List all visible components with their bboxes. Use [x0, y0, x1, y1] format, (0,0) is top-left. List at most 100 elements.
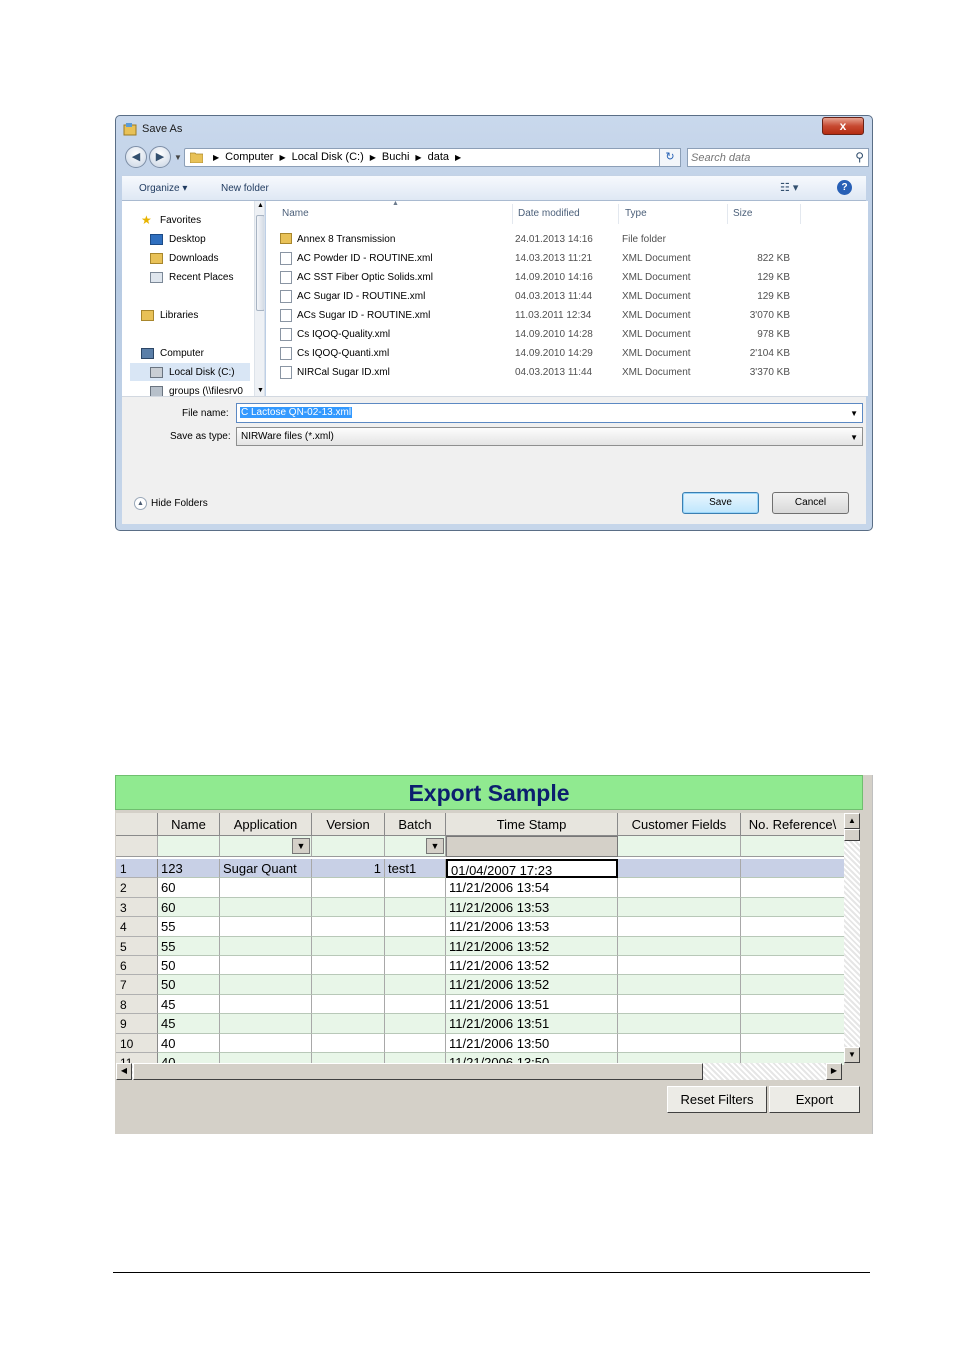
cell-time-stamp[interactable]: 11/21/2006 13:51 [446, 994, 618, 1015]
close-button[interactable]: x [822, 117, 864, 135]
cell-customer-fields[interactable] [618, 1014, 741, 1034]
file-row[interactable]: Cs IQOQ-Quanti.xml 14.09.2010 14:29 XML … [280, 345, 820, 364]
cell-version[interactable] [312, 994, 385, 1015]
cell-customer-fields[interactable] [618, 878, 741, 898]
cell-name[interactable]: 60 [158, 897, 220, 918]
column-header-size[interactable]: Size [733, 208, 752, 219]
cell-name[interactable]: 40 [158, 1033, 220, 1053]
table-row[interactable]: 10 40 11/21/2006 13:50 [116, 1033, 844, 1053]
column-header-name[interactable]: Name [158, 813, 220, 836]
forward-button[interactable]: ▶ [149, 146, 171, 168]
cell-no-reference[interactable] [741, 1014, 844, 1034]
cell-batch[interactable] [385, 936, 446, 956]
cell-time-stamp[interactable]: 11/21/2006 13:52 [446, 956, 618, 976]
cell-time-stamp[interactable]: 11/21/2006 13:54 [446, 878, 618, 898]
cell-batch[interactable] [385, 917, 446, 937]
nav-scrollbar[interactable]: ▲ ▼ [254, 201, 264, 396]
cell-time-stamp[interactable]: 11/21/2006 13:52 [446, 975, 618, 995]
column-header-version[interactable]: Version [312, 813, 385, 836]
scroll-down-icon[interactable]: ▼ [844, 1047, 860, 1063]
cell-name[interactable]: 55 [158, 936, 220, 956]
organize-button[interactable]: Organize ▾ [139, 183, 187, 194]
nav-network-drive[interactable]: groups (\\filesrv0 [150, 382, 243, 396]
cell-batch[interactable] [385, 975, 446, 995]
cell-name[interactable]: 50 [158, 956, 220, 976]
file-row[interactable]: Annex 8 Transmission 24.01.2013 14:16 Fi… [280, 231, 820, 250]
file-row[interactable]: NIRCal Sugar ID.xml 04.03.2013 11:44 XML… [280, 364, 820, 383]
cell-version[interactable] [312, 1033, 385, 1053]
column-divider[interactable] [512, 204, 513, 224]
table-row[interactable]: 7 50 11/21/2006 13:52 [116, 975, 844, 995]
cell-customer-fields[interactable] [618, 897, 741, 918]
cell-batch[interactable]: test1 [385, 859, 446, 879]
cell-batch[interactable] [385, 956, 446, 976]
cell-no-reference[interactable] [741, 859, 844, 879]
cell-version[interactable] [312, 917, 385, 937]
nav-scroll-thumb[interactable] [256, 215, 264, 311]
cell-application[interactable] [220, 897, 312, 918]
column-divider[interactable] [800, 204, 801, 224]
cell-batch[interactable] [385, 994, 446, 1015]
cell-batch[interactable] [385, 1033, 446, 1053]
filter-batch[interactable]: ▼ [385, 836, 446, 857]
file-name-input[interactable]: C Lactose QN-02-13.xml ▼ [236, 403, 863, 423]
grid-horizontal-scrollbar[interactable]: ◀ ▶ [116, 1063, 842, 1080]
cell-application[interactable] [220, 975, 312, 995]
cell-time-stamp[interactable]: 11/21/2006 13:52 [446, 936, 618, 956]
column-header-date-modified[interactable]: Date modified [518, 208, 580, 219]
table-row[interactable]: 9 45 11/21/2006 13:51 [116, 1014, 844, 1034]
table-row[interactable]: 3 60 11/21/2006 13:53 [116, 897, 844, 918]
new-folder-button[interactable]: New folder [221, 183, 269, 194]
table-row[interactable]: 8 45 11/21/2006 13:51 [116, 994, 844, 1015]
file-row[interactable]: ACs Sugar ID - ROUTINE.xml 11.03.2011 12… [280, 307, 820, 326]
nav-favorites[interactable]: ★ Favorites [141, 211, 201, 229]
breadcrumb-data[interactable]: data [428, 151, 449, 164]
scroll-up-icon[interactable]: ▲ [257, 202, 264, 209]
nav-computer[interactable]: Computer [141, 344, 204, 362]
cell-application[interactable] [220, 878, 312, 898]
column-header-batch[interactable]: Batch [385, 813, 446, 836]
chevron-down-icon[interactable]: ▼ [292, 838, 310, 854]
column-header-type[interactable]: Type [625, 208, 647, 219]
search-input[interactable] [691, 150, 841, 165]
back-button[interactable]: ◀ [125, 146, 147, 168]
recent-locations-dropdown-icon[interactable]: ▼ [174, 153, 182, 162]
cell-version[interactable] [312, 936, 385, 956]
column-divider[interactable] [618, 204, 619, 224]
cell-no-reference[interactable] [741, 898, 844, 918]
cell-time-stamp[interactable]: 11/21/2006 13:51 [446, 1014, 618, 1034]
table-row[interactable]: 1 123 Sugar Quant 1 test1 01/04/2007 17:… [116, 859, 844, 879]
cell-application[interactable] [220, 994, 312, 1015]
cell-time-stamp[interactable]: 01/04/2007 17:23 [446, 859, 618, 879]
cell-time-stamp[interactable]: 11/21/2006 13:53 [446, 917, 618, 937]
refresh-button[interactable]: ↻ [659, 148, 681, 167]
column-divider[interactable] [727, 204, 728, 224]
cell-version[interactable]: 1 [312, 859, 385, 879]
cell-no-reference[interactable] [741, 975, 844, 995]
nav-libraries[interactable]: Libraries [141, 306, 198, 324]
cell-batch[interactable] [385, 897, 446, 918]
breadcrumb-buchi[interactable]: Buchi [382, 151, 410, 164]
export-button[interactable]: Export [769, 1086, 860, 1113]
nav-local-disk[interactable]: Local Disk (C:) [130, 363, 250, 381]
scroll-down-icon[interactable]: ▼ [257, 387, 264, 394]
filter-customer-fields[interactable] [618, 836, 741, 857]
column-header-name[interactable]: Name [282, 208, 309, 219]
file-row[interactable]: AC Powder ID - ROUTINE.xml 14.03.2013 11… [280, 250, 820, 269]
file-row[interactable]: AC SST Fiber Optic Solids.xml 14.09.2010… [280, 269, 820, 288]
chevron-down-icon[interactable]: ▼ [850, 409, 858, 418]
cell-no-reference[interactable] [741, 878, 844, 898]
table-row[interactable]: 5 55 11/21/2006 13:52 [116, 936, 844, 956]
cell-name[interactable]: 123 [158, 859, 220, 879]
hide-folders-button[interactable]: ▲ Hide Folders [134, 497, 208, 510]
cell-customer-fields[interactable] [618, 994, 741, 1015]
column-header-customer-fields[interactable]: Customer Fields [618, 813, 741, 836]
cell-time-stamp[interactable]: 11/21/2006 13:50 [446, 1033, 618, 1053]
table-row[interactable]: 4 55 11/21/2006 13:53 [116, 917, 844, 937]
filter-name[interactable] [158, 836, 220, 857]
column-header-time-stamp[interactable]: Time Stamp [446, 813, 618, 836]
filter-no-reference[interactable] [741, 836, 844, 857]
cell-version[interactable] [312, 897, 385, 918]
search-icon[interactable]: ⚲ [855, 150, 864, 164]
cancel-button[interactable]: Cancel [772, 492, 849, 514]
